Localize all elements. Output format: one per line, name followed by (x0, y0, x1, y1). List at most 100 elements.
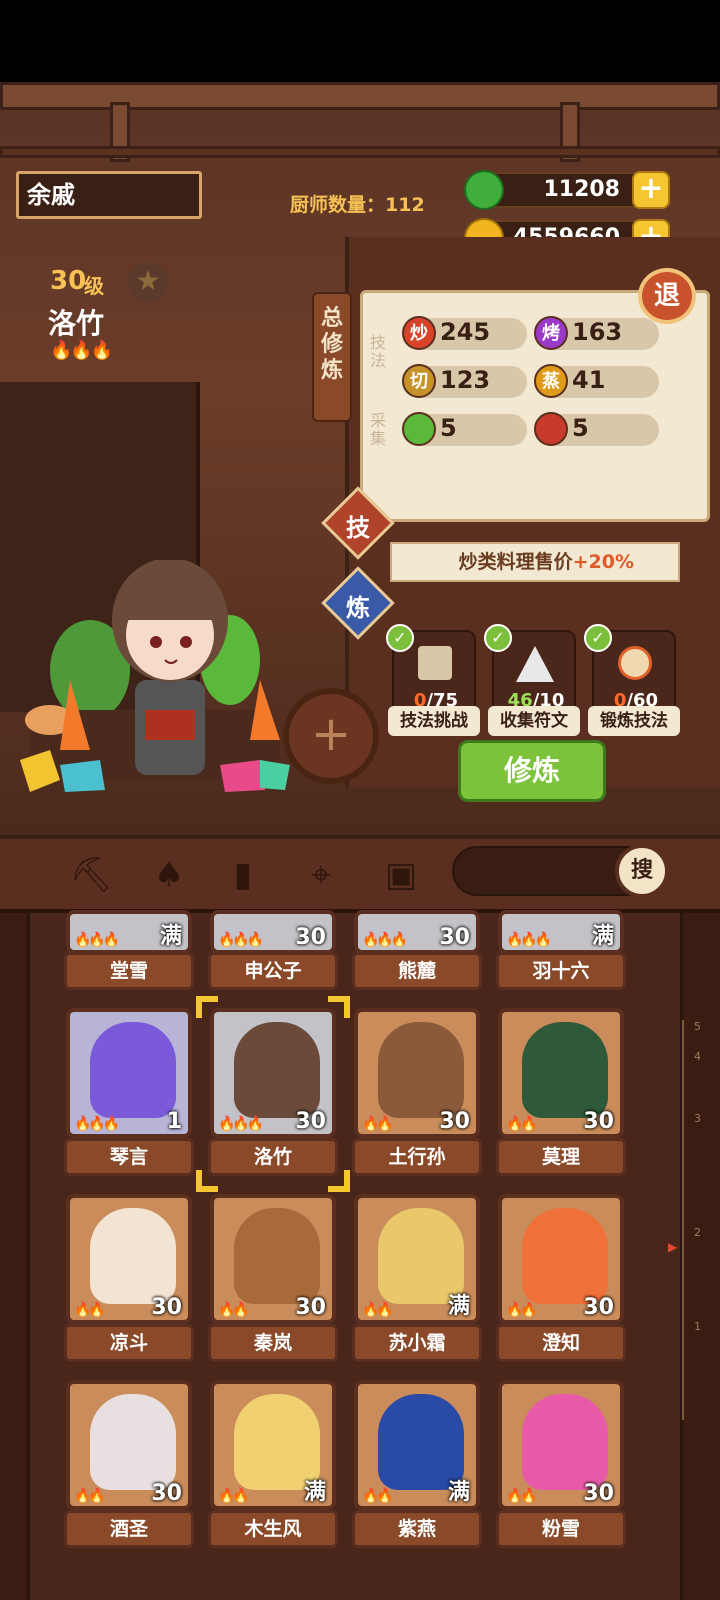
fry-icon: 炒 (402, 316, 436, 350)
chef-card[interactable]: 🔥🔥 满 紫燕 (352, 1380, 482, 1560)
chef-avatar (522, 1022, 608, 1118)
exit-button[interactable]: 退 (638, 268, 696, 324)
chef-level: 30 (439, 925, 470, 950)
ceiling-beam (0, 82, 720, 110)
chef-level: 30 (583, 1481, 614, 1506)
chef-level: 30 (439, 1109, 470, 1134)
fry-value: 245 (440, 318, 491, 346)
meat-icon (534, 412, 568, 446)
chef-name: 凉斗 (64, 1324, 194, 1362)
chef-name: 堂雪 (64, 952, 194, 990)
selection-corner (196, 1170, 218, 1192)
flame-rating-icon: 🔥🔥 (506, 1116, 538, 1132)
chef-name: 酒圣 (64, 1510, 194, 1548)
chef-portrait: 🔥🔥 30 (498, 1008, 624, 1138)
chef-name: 苏小霜 (352, 1324, 482, 1362)
flame-rating-icon: 🔥🔥 (362, 1488, 394, 1504)
chef-portrait: 🔥🔥 30 (66, 1194, 192, 1324)
check-icon: ✓ (584, 624, 612, 652)
chef-portrait: 🔥🔥🔥 满 (498, 910, 624, 954)
skill-tab-label: 技 (346, 514, 370, 542)
chef-portrait: 🔥🔥 满 (354, 1380, 480, 1510)
chef-card[interactable]: 🔥🔥 30 酒圣 (64, 1380, 194, 1560)
character-level: 30 (50, 266, 87, 296)
bonus-value: +20% (572, 551, 634, 573)
chef-card[interactable]: 🔥🔥 30 秦岚 (208, 1194, 338, 1374)
chef-card[interactable]: 🔥🔥 满 苏小霜 (352, 1194, 482, 1374)
vegetable-value: 5 (440, 414, 457, 442)
train-button[interactable]: 修炼 (458, 740, 606, 802)
cut-value: 123 (440, 366, 491, 394)
selection-corner (196, 996, 218, 1018)
flame-rating-icon: 🔥🔥 (74, 1302, 106, 1318)
chef-level: 30 (583, 1295, 614, 1320)
train-tab-label: 炼 (346, 594, 370, 622)
chef-card[interactable]: 🔥🔥 30 莫理 (496, 1008, 626, 1188)
chef-level: 1 (166, 1109, 182, 1134)
scroll-position-marker-icon: ▶ (668, 1240, 678, 1254)
chef-name: 紫燕 (352, 1510, 482, 1548)
ceiling-rail (0, 146, 720, 158)
steam-icon: 蒸 (534, 364, 568, 398)
chef-portrait: 🔥🔥🔥 30 (210, 910, 336, 954)
chef-portrait: 🔥🔥🔥 1 (66, 1008, 192, 1138)
chef-card-selected[interactable]: 🔥🔥🔥 30 洛竹 (196, 996, 350, 1192)
chef-level: 30 (583, 1109, 614, 1134)
ruler-tick: 5 (694, 1020, 701, 1033)
chef-name: 秦岚 (208, 1324, 338, 1362)
flame-rating-icon: 🔥🔥 (506, 1488, 538, 1504)
ruler-tick: 1 (694, 1320, 701, 1333)
ruler-tick: 4 (694, 1050, 701, 1063)
chef-card[interactable]: 🔥🔥 30 凉斗 (64, 1194, 194, 1374)
ruler-tick: 3 (694, 1112, 701, 1125)
roast-value: 163 (572, 318, 623, 346)
add-equipment-button[interactable]: + (283, 688, 379, 784)
chef-name: 熊麓 (352, 952, 482, 990)
flame-rating-icon: 🔥🔥🔥 (362, 932, 408, 948)
chef-count-value: 112 (385, 194, 425, 216)
chef-level: 30 (295, 1109, 326, 1134)
chef-avatar (234, 1208, 320, 1304)
chef-portrait: 🔥🔥 30 (354, 1008, 480, 1138)
chef-card[interactable]: 🔥🔥 30 土行孙 (352, 1008, 482, 1188)
chef-card[interactable]: 🔥🔥 30 粉雪 (496, 1380, 626, 1560)
chef-card[interactable]: 🔥🔥 30 澄知 (496, 1194, 626, 1374)
bonus-bar: 炒类料理售价+20% (390, 542, 680, 582)
task-label: 技法挑战 (388, 706, 480, 736)
chef-name: 洛竹 (208, 1138, 338, 1176)
clock-icon (618, 646, 652, 680)
chef-portrait: 🔥🔥 30 (210, 1194, 336, 1324)
chef-portrait: 🔥🔥 30 (66, 1380, 192, 1510)
scroll-ruler[interactable]: 5 4 3 2 1 ▶ (668, 1020, 710, 1420)
roast-icon: 烤 (534, 316, 568, 350)
star-icon[interactable]: ★ (128, 262, 168, 302)
jade-value: 11208 (543, 177, 620, 202)
flame-rating-icon: 🔥🔥🔥 (50, 340, 113, 361)
add-jade-button[interactable]: + (632, 171, 670, 209)
selection-corner (328, 1170, 350, 1192)
chef-name: 木生风 (208, 1510, 338, 1548)
chef-portrait: 🔥🔥 满 (210, 1380, 336, 1510)
chef-level: 满 (159, 924, 182, 949)
bonus-text: 炒类料理售价 (458, 551, 573, 573)
flame-rating-icon: 🔥🔥 (362, 1302, 394, 1318)
jade-icon (464, 170, 504, 210)
total-training-label: 总修炼 (320, 306, 343, 383)
task-label: 锻炼技法 (588, 706, 680, 736)
chef-card[interactable]: 🔥🔥🔥 1 琴言 (64, 1008, 194, 1188)
flame-rating-icon: 🔥🔥🔥 (74, 1116, 120, 1132)
chef-level: 30 (295, 925, 326, 950)
chef-count-label: 厨师数量： (290, 194, 386, 216)
flame-rating-icon: 🔥🔥🔥 (218, 932, 264, 948)
flame-rating-icon: 🔥🔥 (218, 1302, 250, 1318)
skill-section-label: 技法 (369, 333, 386, 370)
chef-avatar (378, 1022, 464, 1118)
chef-name: 土行孙 (352, 1138, 482, 1176)
chef-level: 满 (447, 1480, 470, 1505)
chef-avatar (522, 1208, 608, 1304)
chef-avatar (90, 1022, 176, 1118)
chef-level: 30 (151, 1481, 182, 1506)
chef-name-box[interactable]: 余戚 (16, 171, 202, 219)
ruler-tick: 2 (694, 1226, 701, 1239)
chef-card[interactable]: 🔥🔥 满 木生风 (208, 1380, 338, 1560)
